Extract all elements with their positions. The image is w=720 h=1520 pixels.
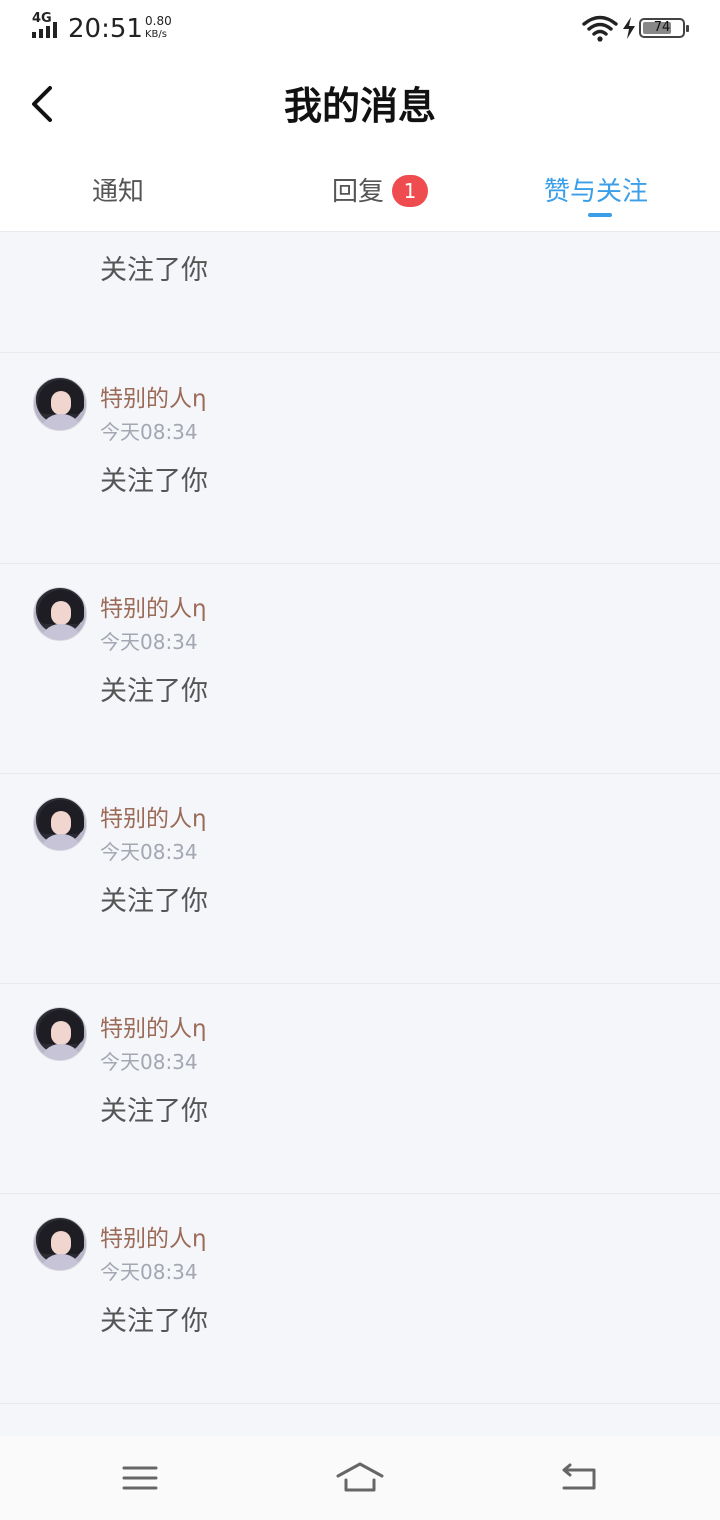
timestamp: 今天08:34 (100, 840, 198, 864)
timestamp: 今天08:34 (100, 630, 198, 654)
action-text: 关注了你 (100, 1096, 208, 1127)
unread-badge: 1 (392, 175, 428, 207)
network-speed: 0.80 KB/s (145, 15, 172, 41)
page-title: 我的消息 (283, 83, 436, 128)
timestamp: 今天08:34 (100, 1050, 198, 1074)
list-item[interactable]: 特别的人η 今天08:34 关注了你 (0, 984, 720, 1194)
user-name[interactable]: 特别的人η (100, 594, 207, 624)
avatar[interactable] (33, 797, 87, 851)
battery-level: 74 (653, 20, 671, 35)
active-tab-indicator (588, 213, 612, 217)
action-text: 关注了你 (100, 1306, 208, 1337)
timestamp: 今天08:34 (100, 1260, 198, 1284)
user-name[interactable]: 特别的人η (100, 1014, 207, 1044)
message-list[interactable]: 关注了你 特别的人η 今天08:34 关注了你 特别的人η 今天08:34 关注… (0, 233, 720, 1435)
tab-label: 回复 (332, 177, 385, 207)
avatar[interactable] (33, 1007, 87, 1061)
tab-label: 赞与关注 (544, 177, 649, 207)
clock: 20:51 (68, 14, 143, 44)
action-text: 关注了你 (100, 255, 208, 286)
list-item[interactable]: 特别的人η 今天08:34 关注了你 (0, 1194, 720, 1404)
list-item[interactable]: 特别的人η 今天08:34 关注了你 (0, 564, 720, 774)
tab-likes-follows[interactable]: 赞与关注 (480, 156, 720, 232)
list-item[interactable]: 特别的人η 今天08:34 关注了你 (0, 354, 720, 564)
home-icon[interactable] (332, 1454, 388, 1502)
avatar[interactable] (33, 587, 87, 641)
user-name[interactable]: 特别的人η (100, 804, 207, 834)
tab-bar: 通知 回复 1 赞与关注 (0, 156, 720, 232)
action-text: 关注了你 (100, 676, 208, 707)
avatar[interactable] (33, 377, 87, 431)
action-text: 关注了你 (100, 466, 208, 497)
speed-value: 0.80 (145, 14, 172, 28)
list-item[interactable]: 特别的人η 今天08:34 关注了你 (0, 774, 720, 984)
tab-label: 通知 (92, 177, 145, 207)
timestamp: 今天08:34 (100, 420, 198, 444)
user-name[interactable]: 特别的人η (100, 1224, 207, 1254)
action-text: 关注了你 (100, 886, 208, 917)
status-bar: 4G 20:51 0.80 KB/s 74 (0, 0, 720, 56)
battery-icon: 74 (639, 18, 689, 38)
header: 我的消息 (0, 56, 720, 156)
charging-icon (623, 17, 635, 39)
menu-icon[interactable] (112, 1454, 168, 1502)
list-item[interactable]: 关注了你 (0, 233, 720, 353)
tab-notifications[interactable]: 通知 (0, 156, 240, 232)
speed-unit: KB/s (145, 29, 167, 40)
avatar[interactable] (33, 1217, 87, 1271)
wifi-icon (582, 15, 618, 42)
user-name[interactable]: 特别的人η (100, 384, 207, 414)
signal-icon: 4G (32, 12, 62, 40)
return-icon[interactable] (552, 1454, 608, 1502)
system-nav-bar (0, 1436, 720, 1520)
tab-replies[interactable]: 回复 1 (240, 156, 480, 232)
